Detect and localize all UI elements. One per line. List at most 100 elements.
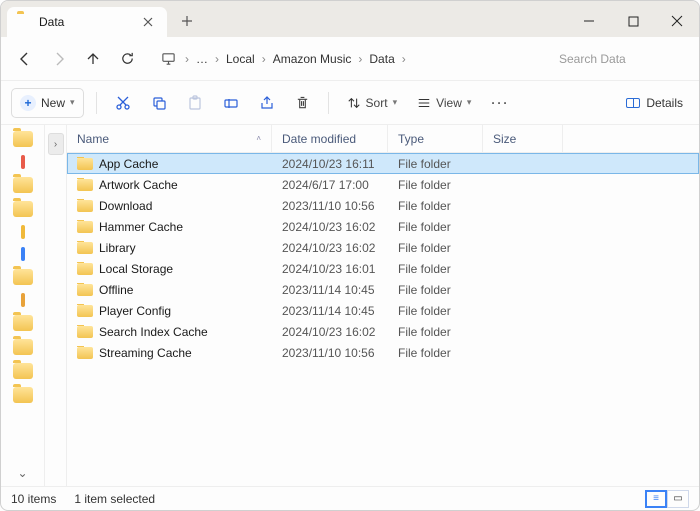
chevron-right-icon[interactable]: › [182, 52, 192, 66]
table-row[interactable]: Hammer Cache2024/10/23 16:02File folder [67, 216, 699, 237]
monitor-icon [156, 43, 180, 75]
chevron-down-icon[interactable]: ⌄ [17, 466, 27, 480]
window-controls [567, 5, 699, 37]
nav-pane-collapsed[interactable]: ⌄ [1, 125, 45, 486]
folder-icon [77, 200, 93, 212]
table-row[interactable]: Download 2023/11/10 10:56File folder [67, 195, 699, 216]
view-label: View [436, 96, 462, 110]
new-tab-button[interactable] [173, 7, 201, 35]
new-label: New [41, 96, 65, 110]
new-button[interactable]: + New ▾ [11, 88, 84, 118]
file-type: File folder [388, 220, 483, 234]
folder-icon [77, 263, 93, 275]
column-size-label: Size [493, 132, 516, 146]
plus-circle-icon: + [20, 95, 36, 111]
sidebar-item[interactable] [21, 155, 25, 169]
share-button[interactable] [253, 88, 281, 118]
sidebar-item[interactable] [13, 131, 33, 147]
sort-icon [347, 96, 361, 110]
table-row[interactable]: Player Config2023/11/14 10:45File folder [67, 300, 699, 321]
status-bar: 10 items 1 item selected ≡ ▭ [1, 486, 699, 510]
tab-strip: Data [1, 1, 201, 37]
title-bar: Data [1, 1, 699, 37]
search-input[interactable] [551, 44, 691, 74]
sidebar-item[interactable] [13, 363, 33, 379]
rename-button[interactable] [217, 88, 245, 118]
crumb-data[interactable]: Data [367, 50, 396, 68]
chevron-right-icon[interactable]: › [355, 52, 365, 66]
file-type: File folder [388, 199, 483, 213]
tab-data[interactable]: Data [7, 7, 167, 37]
back-button[interactable] [9, 43, 41, 75]
thumbnails-view-button[interactable]: ▭ [667, 490, 689, 508]
column-date[interactable]: Date modified [272, 125, 388, 152]
expand-nav-button[interactable]: › [48, 133, 64, 155]
chevron-right-icon[interactable]: › [259, 52, 269, 66]
up-button[interactable] [77, 43, 109, 75]
paste-button[interactable] [181, 88, 209, 118]
sidebar-item[interactable] [13, 201, 33, 217]
file-date: 2023/11/10 10:56 [272, 199, 388, 213]
sort-label: Sort [366, 96, 388, 110]
sort-button[interactable]: Sort ▾ [341, 88, 404, 118]
chevron-right-icon[interactable]: › [212, 52, 222, 66]
explorer-window: Data › … › Local › Amazon M [0, 0, 700, 511]
close-tab-button[interactable] [139, 13, 157, 31]
table-row[interactable]: Streaming Cache2023/11/10 10:56File fold… [67, 342, 699, 363]
sidebar-item[interactable] [13, 269, 33, 285]
view-switcher: ≡ ▭ [645, 490, 689, 508]
details-pane-button[interactable]: Details [620, 88, 689, 118]
sidebar-item[interactable] [13, 315, 33, 331]
folder-icon [77, 326, 93, 338]
status-count: 10 items [11, 492, 56, 506]
crumb-local[interactable]: Local [224, 50, 257, 68]
table-row[interactable]: Offline2023/11/14 10:45File folder [67, 279, 699, 300]
file-list: Name ˄ Date modified Type Size App Cache… [67, 125, 699, 486]
file-date: 2023/11/10 10:56 [272, 346, 388, 360]
maximize-button[interactable] [611, 5, 655, 37]
sidebar-item[interactable] [21, 247, 25, 261]
table-row[interactable]: Local Storage2024/10/23 16:01File folder [67, 258, 699, 279]
details-pane-icon [626, 98, 640, 108]
refresh-button[interactable] [111, 43, 143, 75]
file-name: Download [99, 199, 152, 213]
crumb-amazon-music[interactable]: Amazon Music [271, 50, 354, 68]
copy-button[interactable] [145, 88, 173, 118]
folder-icon [77, 179, 93, 191]
minimize-button[interactable] [567, 5, 611, 37]
delete-button[interactable] [289, 88, 316, 118]
folder-icon [77, 242, 93, 254]
file-type: File folder [388, 325, 483, 339]
table-row[interactable]: Search Index Cache2024/10/23 16:02File f… [67, 321, 699, 342]
forward-button[interactable] [43, 43, 75, 75]
column-size[interactable]: Size [483, 125, 563, 152]
sidebar-item[interactable] [21, 225, 25, 239]
separator [328, 92, 329, 114]
sidebar-item[interactable] [21, 293, 25, 307]
more-button[interactable]: ··· [485, 88, 515, 118]
chevron-down-icon: ▾ [393, 97, 398, 108]
view-button[interactable]: View ▾ [411, 88, 477, 118]
table-row[interactable]: Library2024/10/23 16:02File folder [67, 237, 699, 258]
file-name: Streaming Cache [99, 346, 192, 360]
column-name[interactable]: Name ˄ [67, 125, 272, 152]
sidebar-item[interactable] [13, 339, 33, 355]
details-view-button[interactable]: ≡ [645, 490, 667, 508]
file-name: App Cache [99, 157, 158, 171]
chevron-right-icon[interactable]: › [399, 52, 409, 66]
folder-icon [77, 347, 93, 359]
file-date: 2023/11/14 10:45 [272, 304, 388, 318]
file-date: 2024/10/23 16:02 [272, 220, 388, 234]
close-window-button[interactable] [655, 5, 699, 37]
cut-button[interactable] [109, 88, 137, 118]
breadcrumb-bar[interactable]: › … › Local › Amazon Music › Data › [151, 43, 543, 75]
table-row[interactable]: App Cache2024/10/23 16:11File folder [67, 153, 699, 174]
folder-icon [77, 158, 93, 170]
overflow-crumb[interactable]: … [194, 50, 210, 68]
file-name: Offline [99, 283, 133, 297]
table-row[interactable]: Artwork Cache2024/6/17 17:00File folder [67, 174, 699, 195]
sidebar-item[interactable] [13, 387, 33, 403]
file-type: File folder [388, 178, 483, 192]
column-type[interactable]: Type [388, 125, 483, 152]
sidebar-item[interactable] [13, 177, 33, 193]
